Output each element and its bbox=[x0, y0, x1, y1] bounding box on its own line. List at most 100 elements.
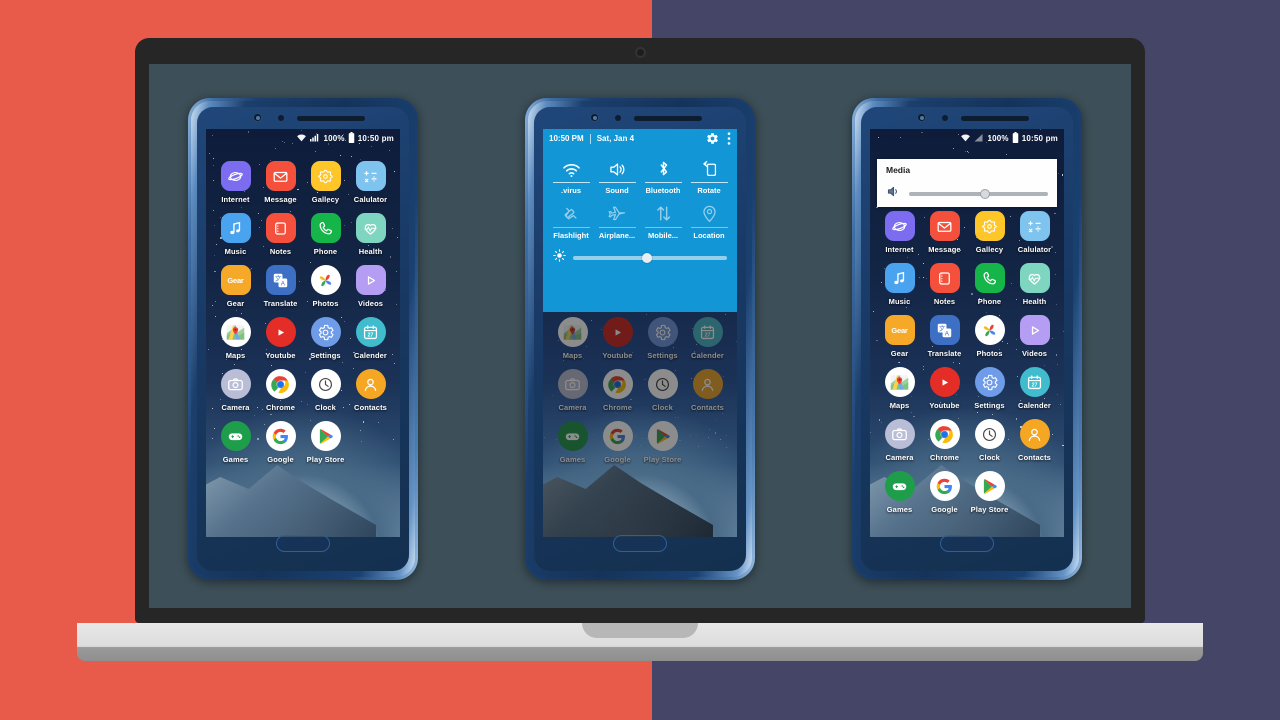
health-icon[interactable] bbox=[1019, 263, 1050, 293]
maps-icon[interactable] bbox=[557, 317, 588, 347]
google-icon[interactable] bbox=[602, 421, 633, 451]
contacts-icon[interactable] bbox=[692, 369, 723, 399]
qs-tile-location[interactable]: Location bbox=[686, 195, 732, 240]
youtube-icon[interactable] bbox=[602, 317, 633, 347]
qs-tile-bluetooth[interactable]: Bluetooth bbox=[640, 150, 686, 195]
app-music[interactable]: Music bbox=[877, 263, 922, 306]
app-videos[interactable]: Videos bbox=[348, 265, 393, 308]
app-internet[interactable]: Internet bbox=[877, 211, 922, 254]
app-health[interactable]: Health bbox=[1012, 263, 1057, 306]
gear-app-icon[interactable]: Gear bbox=[884, 315, 915, 345]
clock-icon[interactable] bbox=[974, 419, 1005, 449]
app-games[interactable]: Games bbox=[550, 421, 595, 464]
app-videos[interactable]: Videos bbox=[1012, 315, 1057, 358]
music-note-icon[interactable] bbox=[884, 263, 915, 293]
gallery-icon[interactable] bbox=[310, 161, 341, 191]
chrome-icon[interactable] bbox=[602, 369, 633, 399]
youtube-icon[interactable] bbox=[929, 367, 960, 397]
app-camera[interactable]: Camera bbox=[877, 419, 922, 462]
clock-icon[interactable] bbox=[310, 369, 341, 399]
app-settings[interactable]: Settings bbox=[303, 317, 348, 360]
app-contacts[interactable]: Contacts bbox=[685, 369, 730, 412]
app-games[interactable]: Games bbox=[213, 421, 258, 464]
home-button[interactable] bbox=[613, 535, 667, 552]
app-phone[interactable]: Phone bbox=[967, 263, 1012, 306]
app-gallecy[interactable]: Gallecy bbox=[967, 211, 1012, 254]
media-volume-popup[interactable]: Media bbox=[877, 159, 1057, 207]
qs-tile-rotate[interactable]: Rotate bbox=[686, 150, 732, 195]
message-icon[interactable] bbox=[929, 211, 960, 241]
photos-icon[interactable] bbox=[974, 315, 1005, 345]
chrome-icon[interactable] bbox=[265, 369, 296, 399]
games-icon[interactable] bbox=[557, 421, 588, 451]
chrome-icon[interactable] bbox=[929, 419, 960, 449]
app-chrome[interactable]: Chrome bbox=[922, 419, 967, 462]
app-play-store[interactable]: Play Store bbox=[303, 421, 348, 464]
app-translate[interactable]: 文A Translate bbox=[258, 265, 303, 308]
qs-tile-airplane[interactable]: Airplane... bbox=[594, 195, 640, 240]
app-phone[interactable]: Phone bbox=[303, 213, 348, 256]
google-icon[interactable] bbox=[929, 471, 960, 501]
phone-left[interactable]: 100% 10:50 pm Internet Message Gallecy Calu… bbox=[188, 98, 418, 580]
app-gear[interactable]: Gear Gear bbox=[213, 265, 258, 308]
settings-icon[interactable] bbox=[647, 317, 678, 347]
internet-icon[interactable] bbox=[884, 211, 915, 241]
app-music[interactable]: Music bbox=[213, 213, 258, 256]
media-slider-knob[interactable] bbox=[980, 189, 991, 199]
app-contacts[interactable]: Contacts bbox=[1012, 419, 1057, 462]
phone-screen[interactable]: InternetMessageGallecyCalulatorMusicNote… bbox=[543, 129, 737, 537]
app-camera[interactable]: Camera bbox=[550, 369, 595, 412]
play-store-icon[interactable] bbox=[310, 421, 341, 451]
translate-icon[interactable]: 文A bbox=[929, 315, 960, 345]
phone-screen[interactable]: 100% 10:50 pm Internet Message Gallecy Calu… bbox=[870, 129, 1064, 537]
qs-tile-virus[interactable]: .virus bbox=[548, 150, 594, 195]
phone-right[interactable]: 100% 10:50 pm Internet Message Gallecy Calu… bbox=[852, 98, 1082, 580]
app-calulator[interactable]: Calulator bbox=[348, 161, 393, 204]
media-slider-row[interactable] bbox=[886, 184, 1048, 204]
calendar-icon[interactable]: 27 bbox=[1019, 367, 1050, 397]
brightness-slider-knob[interactable] bbox=[641, 253, 652, 263]
gallery-icon[interactable] bbox=[974, 211, 1005, 241]
more-vertical-icon[interactable] bbox=[727, 132, 731, 145]
app-youtube[interactable]: Youtube bbox=[595, 317, 640, 360]
qs-tile-flashlight[interactable]: Flashlight bbox=[548, 195, 594, 240]
brightness-slider-row[interactable] bbox=[543, 240, 737, 267]
qs-tile-sound[interactable]: Sound bbox=[594, 150, 640, 195]
app-chrome[interactable]: Chrome bbox=[595, 369, 640, 412]
phone-icon[interactable] bbox=[974, 263, 1005, 293]
calculator-icon[interactable] bbox=[355, 161, 386, 191]
maps-icon[interactable] bbox=[884, 367, 915, 397]
app-translate[interactable]: 文A Translate bbox=[922, 315, 967, 358]
app-photos[interactable]: Photos bbox=[967, 315, 1012, 358]
app-health[interactable]: Health bbox=[348, 213, 393, 256]
app-maps[interactable]: Maps bbox=[213, 317, 258, 360]
app-clock[interactable]: Clock bbox=[303, 369, 348, 412]
app-games[interactable]: Games bbox=[877, 471, 922, 514]
app-play-store[interactable]: Play Store bbox=[967, 471, 1012, 514]
app-calender[interactable]: 27 Calender bbox=[685, 317, 730, 360]
settings-icon[interactable] bbox=[310, 317, 341, 347]
home-button[interactable] bbox=[940, 535, 994, 552]
app-photos[interactable]: Photos bbox=[303, 265, 348, 308]
music-note-icon[interactable] bbox=[220, 213, 251, 243]
app-message[interactable]: Message bbox=[922, 211, 967, 254]
contacts-icon[interactable] bbox=[1019, 419, 1050, 449]
play-store-icon[interactable] bbox=[974, 471, 1005, 501]
camera-icon[interactable] bbox=[557, 369, 588, 399]
app-maps[interactable]: Maps bbox=[550, 317, 595, 360]
app-camera[interactable]: Camera bbox=[213, 369, 258, 412]
gear-icon[interactable] bbox=[706, 132, 719, 145]
phone-icon[interactable] bbox=[310, 213, 341, 243]
app-internet[interactable]: Internet bbox=[213, 161, 258, 204]
gear-app-icon[interactable]: Gear bbox=[220, 265, 251, 295]
app-play-store[interactable]: Play Store bbox=[640, 421, 685, 464]
speaker-icon[interactable] bbox=[886, 184, 901, 204]
contacts-icon[interactable] bbox=[355, 369, 386, 399]
app-gallecy[interactable]: Gallecy bbox=[303, 161, 348, 204]
app-notes[interactable]: Notes bbox=[922, 263, 967, 306]
phone-center[interactable]: InternetMessageGallecyCalulatorMusicNote… bbox=[525, 98, 755, 580]
app-settings[interactable]: Settings bbox=[640, 317, 685, 360]
app-google[interactable]: Google bbox=[595, 421, 640, 464]
translate-icon[interactable]: 文A bbox=[265, 265, 296, 295]
health-icon[interactable] bbox=[355, 213, 386, 243]
